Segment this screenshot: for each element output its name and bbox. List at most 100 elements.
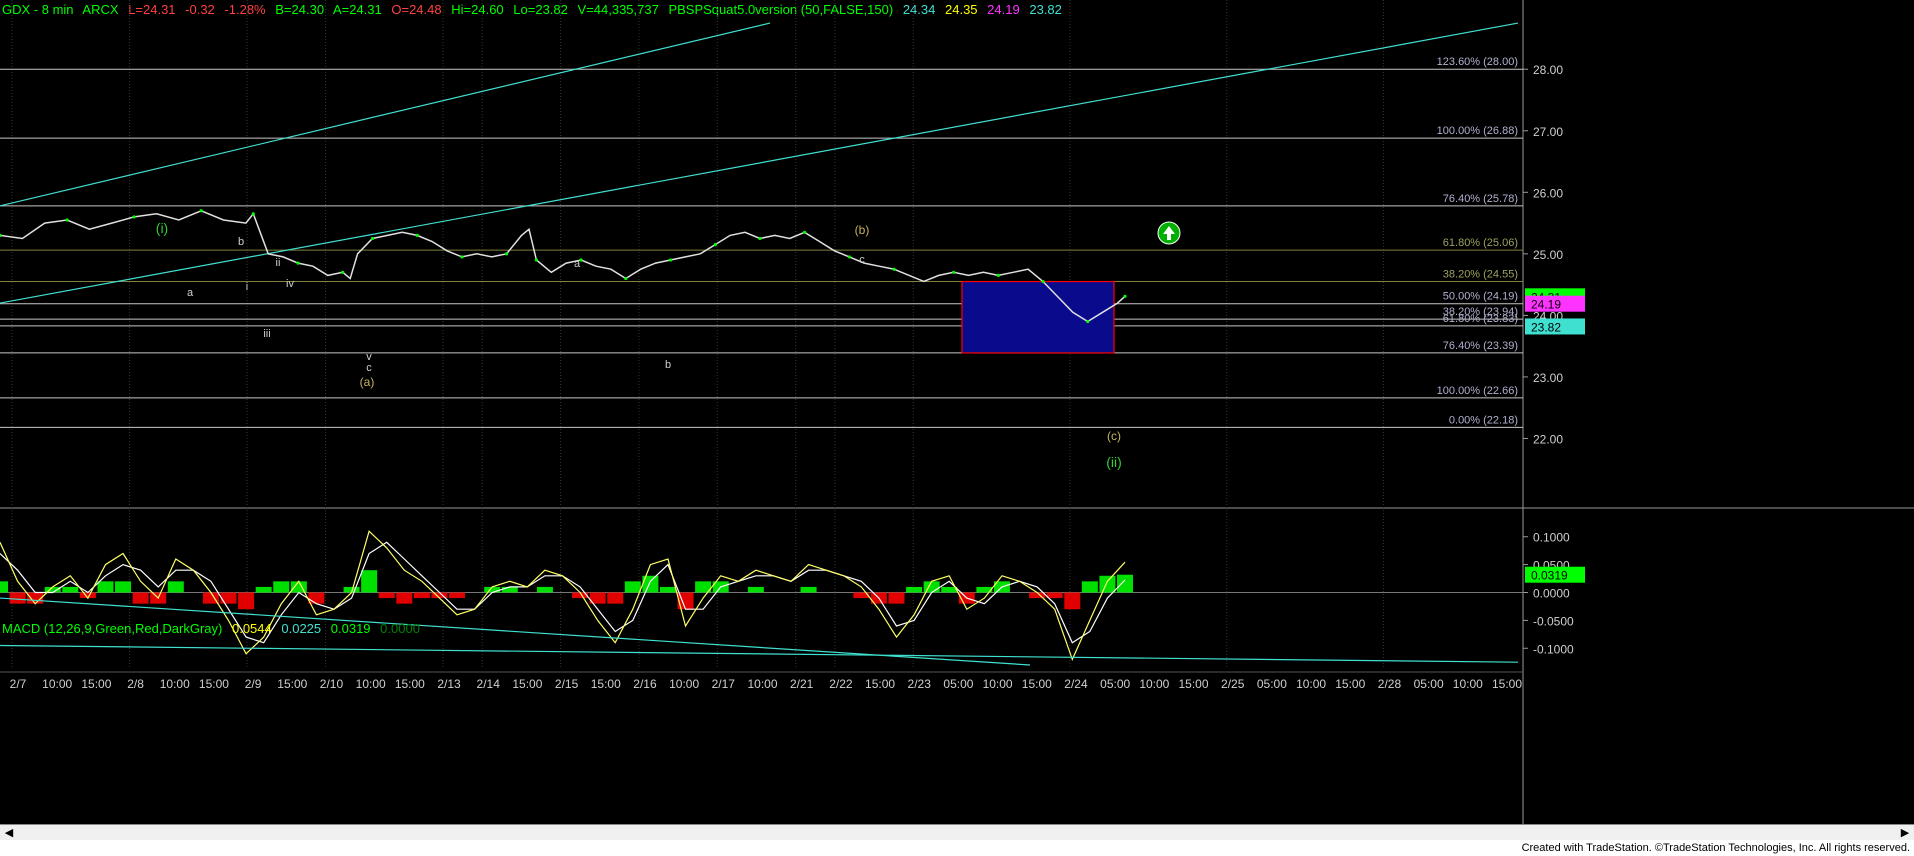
price-bar-dot (713, 243, 717, 247)
price-bar-dot (534, 258, 539, 262)
x-tick-label: 10:00 (1139, 677, 1169, 691)
macd-histogram-bar (220, 592, 237, 604)
macd-y-tick-label: 0.0000 (1533, 587, 1570, 601)
price-series-line (0, 209, 1126, 323)
macd-histogram-bar (1046, 592, 1063, 599)
fib-level-label: 76.40% (25.78) (1443, 193, 1518, 205)
wave-label: iii (263, 328, 270, 340)
x-tick-label: 15:00 (199, 677, 229, 691)
price-bar-dot (1123, 294, 1127, 298)
x-tick-label: 10:00 (983, 677, 1013, 691)
x-tick-label: 05:00 (1414, 677, 1444, 691)
horizontal-scrollbar[interactable]: ◀ ▶ (0, 824, 1914, 841)
macd-histogram-bar (449, 592, 466, 599)
x-tick-label: 10:00 (160, 677, 190, 691)
fib-level-label: 61.80% (25.06) (1443, 237, 1518, 249)
x-tick-label: 15:00 (512, 677, 542, 691)
macd-histogram-bar (1099, 575, 1116, 593)
upper-channel-line (0, 22, 1519, 304)
x-tick-label: 10:00 (1296, 677, 1326, 691)
fib-level-label: 61.80% (23.83) (1443, 313, 1518, 325)
fib-level-label: 76.40% (23.39) (1443, 340, 1518, 352)
price-bar-dot (296, 261, 300, 265)
y-tick-label: 27.00 (1533, 125, 1563, 139)
macd-y-tick-label: -0.0500 (1533, 614, 1574, 628)
price-bar-dot (758, 236, 762, 241)
x-tick-label: 05:00 (943, 677, 973, 691)
macd-histogram-bar (941, 586, 958, 593)
price-bar-dot (132, 215, 136, 219)
macd-line (0, 530, 1126, 662)
macd-histogram-bar (659, 586, 676, 593)
x-tick-label: 15:00 (1179, 677, 1209, 691)
price-chart[interactable]: 2/7 10:00 15:00 2/8 10:00 15:00 2/9 15:00 2/10 10… (0, 0, 1914, 824)
macd-value-1: 0.0544 (231, 621, 272, 636)
scroll-left-icon[interactable]: ◀ (2, 826, 16, 840)
wave-label: (ii) (1106, 454, 1122, 470)
wave-label: (b) (855, 223, 870, 237)
x-tick-label: 2/24 (1064, 677, 1088, 691)
price-bar-dot (251, 212, 255, 216)
price-bar-dot (1041, 279, 1045, 284)
x-tick-label: 10:00 (42, 677, 72, 691)
x-tick-label: 10:00 (1453, 677, 1483, 691)
footer-text: Created with TradeStation. ©TradeStation… (1521, 842, 1910, 854)
x-tick-label: 15:00 (1335, 677, 1365, 691)
wave-label: (c) (1107, 429, 1121, 443)
price-bar-dot (847, 255, 851, 259)
macd-value-2: 0.0225 (281, 621, 322, 636)
macd-value-4: 0.0000 (380, 621, 420, 636)
wave-label: c (859, 254, 865, 266)
x-tick-label: 10:00 (747, 677, 777, 691)
macd-histogram-bar (1064, 592, 1081, 610)
y-tick-label: 26.00 (1533, 186, 1563, 200)
price-bar-dot (668, 258, 673, 262)
x-tick-label: 05:00 (1100, 677, 1130, 691)
x-tick-label: 2/21 (790, 677, 814, 691)
price-bar-dot (341, 270, 345, 274)
price-bar-dot (370, 236, 375, 241)
x-tick-label: 2/28 (1378, 677, 1402, 691)
price-bar-dot (624, 276, 628, 281)
price-bar-dot (0, 233, 2, 237)
macd-histogram-bar (255, 586, 272, 593)
x-tick-label: 15:00 (865, 677, 895, 691)
wave-label: a (574, 258, 581, 270)
price-bar-dot (415, 233, 419, 237)
y-tick-label: 28.00 (1533, 63, 1563, 77)
fib-level-label: 100.00% (26.88) (1437, 125, 1518, 137)
x-tick-label: 2/14 (477, 677, 501, 691)
macd-histogram-bar (0, 581, 8, 593)
macd-histogram-bar (308, 592, 325, 604)
macd-histogram-bar (1117, 574, 1133, 593)
x-tick-label: 2/16 (633, 677, 657, 691)
x-tick-label: 15:00 (591, 677, 621, 691)
macd-histogram-bar (132, 592, 149, 604)
x-tick-label: 15:00 (1022, 677, 1052, 691)
x-tick-label: 2/15 (555, 677, 579, 691)
price-bar-dot (460, 255, 464, 259)
macd-histogram-bar (238, 592, 255, 610)
price-bar-dot (65, 218, 69, 222)
footer: Created with TradeStation. ©TradeStation… (0, 840, 1914, 856)
scroll-right-icon[interactable]: ▶ (1898, 826, 1912, 840)
x-tick-label: 2/13 (437, 677, 461, 691)
wave-label: c (366, 362, 372, 374)
price-bar-dot (892, 267, 896, 271)
macd-histogram-bar (9, 592, 26, 604)
fib-level-label: 100.00% (22.66) (1437, 385, 1518, 397)
x-tick-label: 15:00 (277, 677, 307, 691)
macd-histogram-bar (800, 586, 817, 593)
fib-level-label: 0.00% (22.18) (1449, 414, 1518, 426)
macd-histogram-bar (167, 581, 184, 593)
x-tick-label: 2/10 (320, 677, 344, 691)
macd-histogram-bar (624, 581, 641, 593)
macd-y-tick-label: -0.1000 (1533, 642, 1574, 656)
macd-histogram-bar (888, 592, 905, 604)
macd-histogram-bar (747, 586, 764, 593)
price-bar-dot (996, 273, 1000, 277)
macd-value-tag-label: 0.0319 (1531, 569, 1568, 583)
x-tick-label: 15:00 (81, 677, 111, 691)
macd-histogram-bar (97, 581, 114, 593)
wave-label: b (665, 359, 671, 371)
